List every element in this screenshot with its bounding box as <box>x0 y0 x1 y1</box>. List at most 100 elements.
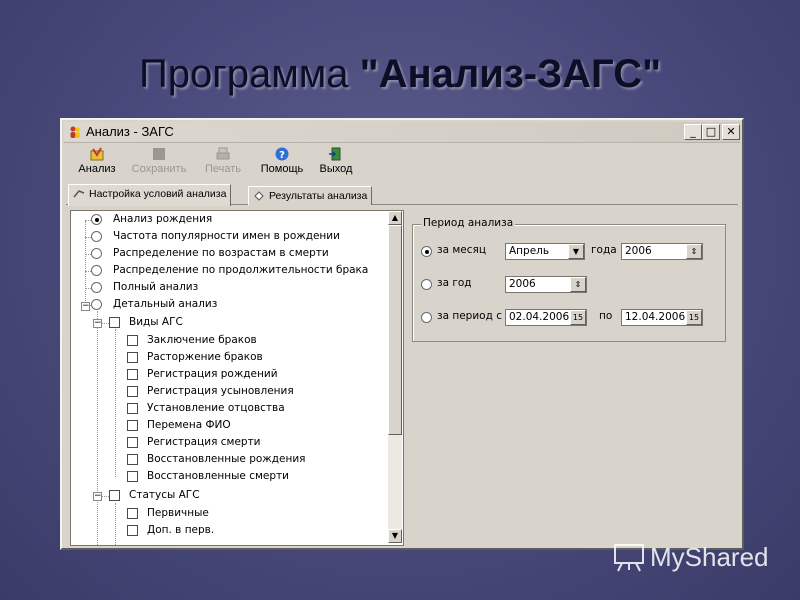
radio-button[interactable] <box>91 299 102 310</box>
help-icon: ? <box>275 147 289 161</box>
scroll-thumb[interactable] <box>388 225 402 435</box>
date-to-field[interactable]: 12.04.2006 15 <box>621 309 703 326</box>
period-legend: Период анализа <box>421 217 516 229</box>
print-button[interactable]: Печать <box>198 144 248 182</box>
tree-item-label: Доп. в перв. <box>147 524 215 536</box>
tree-group-label: Виды АГС <box>129 316 183 328</box>
date-to-value: 12.04.2006 <box>625 311 686 323</box>
analysis-tree: Анализ рождения Частота популярности име… <box>70 210 404 546</box>
calendar-icon[interactable]: 15 <box>686 310 702 325</box>
tab-settings-label: Настройка условий анализа <box>89 188 227 200</box>
scroll-down-icon[interactable]: ▼ <box>388 529 402 543</box>
period-groupbox: Период анализа за месяц Апрель ▼ года 20… <box>412 217 726 342</box>
slide-title-part2: "Анализ-ЗАГС" <box>359 52 662 96</box>
checkbox[interactable] <box>109 317 120 328</box>
by-year-label: за год <box>437 277 472 289</box>
checkbox[interactable] <box>127 454 138 465</box>
spin-icon[interactable]: ⇕ <box>686 244 702 259</box>
scroll-up-icon[interactable]: ▲ <box>388 211 402 225</box>
printer-icon <box>216 147 230 160</box>
checkbox[interactable] <box>127 369 138 380</box>
tree-item-label: Восстановленные смерти <box>147 470 289 482</box>
exit-button[interactable]: Выход <box>316 144 356 182</box>
date-from-value: 02.04.2006 <box>509 311 570 323</box>
checkbox[interactable] <box>127 471 138 482</box>
radio-button[interactable] <box>91 214 102 225</box>
tree-item-label: Регистрация смерти <box>147 436 261 448</box>
radio-button[interactable] <box>91 231 102 242</box>
presentation-board-icon <box>614 544 644 572</box>
month-select[interactable]: Апрель ▼ <box>505 243 585 260</box>
by-period-label: за период с <box>437 310 502 322</box>
checkbox[interactable] <box>127 403 138 414</box>
close-icon: ✕ <box>726 125 736 138</box>
analysis-label: Анализ <box>78 163 116 175</box>
radio-by-year[interactable] <box>421 279 432 290</box>
exit-door-icon <box>329 147 341 161</box>
spin-icon[interactable]: ⇕ <box>570 277 586 292</box>
toolbar: Анализ Сохранить Печать ? Помощь Выход <box>66 144 738 182</box>
slide-title: Программа "Анализ-ЗАГС" <box>0 52 800 97</box>
tab-results-label: Результаты анализа <box>269 190 368 202</box>
checkbox[interactable] <box>127 386 138 397</box>
window-title: Анализ - ЗАГС <box>86 124 174 139</box>
title-bar[interactable]: Анализ - ЗАГС _ □ ✕ <box>64 122 740 143</box>
collapse-detailed-icon[interactable]: − <box>81 302 90 311</box>
tab-settings[interactable]: Настройка условий анализа <box>68 184 232 206</box>
tree-radio-label: Частота популярности имен в рождении <box>113 230 340 242</box>
save-label: Сохранить <box>131 163 187 175</box>
checkbox[interactable] <box>127 437 138 448</box>
checkbox[interactable] <box>127 420 138 431</box>
tree-radio-label: Полный анализ <box>113 281 199 293</box>
radio-button[interactable] <box>91 282 102 293</box>
tree-scrollbar[interactable]: ▲ ▼ <box>388 211 402 543</box>
checkbox[interactable] <box>127 508 138 519</box>
tree-radio-label: Распределение по продолжительности брака <box>113 264 369 276</box>
tree-radio-label: Детальный анализ <box>113 298 218 310</box>
app-window: Анализ - ЗАГС _ □ ✕ Анализ Сохранить Печ… <box>60 118 744 550</box>
radio-button[interactable] <box>91 248 102 259</box>
period-panel: Период анализа за месяц Апрель ▼ года 20… <box>408 210 736 544</box>
by-month-label: за месяц <box>437 244 486 256</box>
checkbox[interactable] <box>127 352 138 363</box>
maximize-button[interactable]: □ <box>702 124 720 140</box>
tab-strip: Настройка условий анализа Результаты ана… <box>66 184 738 206</box>
tree-item-label: Заключение браков <box>147 334 257 346</box>
maximize-icon: □ <box>705 125 717 138</box>
minimize-button[interactable]: _ <box>684 124 702 140</box>
print-label: Печать <box>204 163 242 175</box>
save-button[interactable]: Сохранить <box>128 144 190 182</box>
radio-by-month[interactable] <box>421 246 432 257</box>
app-people-icon <box>70 126 80 138</box>
analysis-button[interactable]: Анализ <box>74 144 120 182</box>
collapse-group1-icon[interactable]: − <box>93 319 102 328</box>
chevron-down-icon[interactable]: ▼ <box>568 244 584 259</box>
slide-title-part1: Программа <box>138 52 360 96</box>
date-from-field[interactable]: 02.04.2006 15 <box>505 309 587 326</box>
tree-item-label: Перемена ФИО <box>147 419 231 431</box>
tree-item-label: Расторжение браков <box>147 351 263 363</box>
tab-results[interactable]: Результаты анализа <box>248 186 373 205</box>
year2-value: 2006 <box>509 278 536 290</box>
collapse-group2-icon[interactable]: − <box>93 492 102 501</box>
tree-radio-label: Анализ рождения <box>113 213 213 225</box>
checkbox[interactable] <box>127 335 138 346</box>
tree-item-label: Первичные <box>147 507 209 519</box>
save-icon <box>153 148 165 160</box>
close-button[interactable]: ✕ <box>722 124 740 140</box>
tab-results-icon <box>254 191 264 201</box>
year2-spin-field[interactable]: 2006 ⇕ <box>505 276 587 293</box>
minimize-icon: _ <box>690 125 696 138</box>
checkbox[interactable] <box>109 490 120 501</box>
checkbox[interactable] <box>127 525 138 536</box>
help-button[interactable]: ? Помощь <box>256 144 308 182</box>
to-label: по <box>599 310 613 322</box>
year-value: 2006 <box>625 245 652 257</box>
year-label: года <box>591 244 617 256</box>
radio-by-period[interactable] <box>421 312 432 323</box>
year-spin-field[interactable]: 2006 ⇕ <box>621 243 703 260</box>
calendar-icon[interactable]: 15 <box>570 310 586 325</box>
radio-button[interactable] <box>91 265 102 276</box>
help-label: Помощь <box>260 163 304 175</box>
tree-item-label: Регистрация рождений <box>147 368 278 380</box>
